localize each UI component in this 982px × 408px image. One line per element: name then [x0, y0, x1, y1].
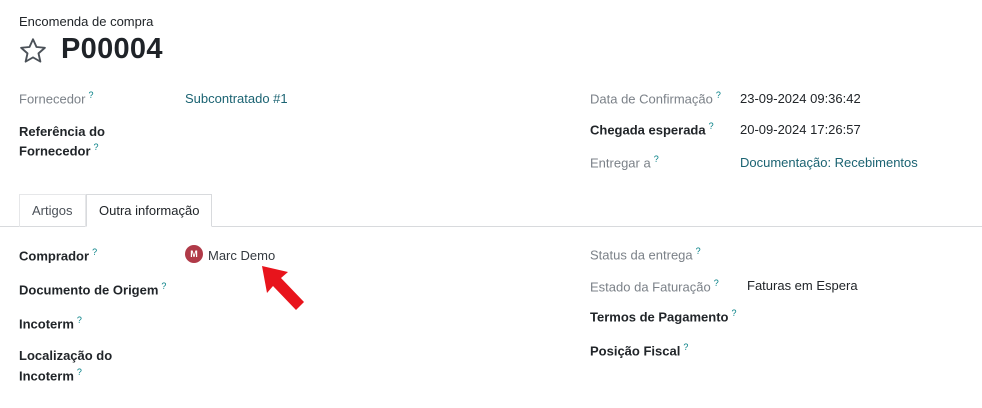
help-tooltip-icon[interactable]: ? — [94, 142, 99, 152]
data-confirmacao-value: 23-09-2024 09:36:42 — [740, 91, 861, 106]
data-confirmacao-label: Data de Confirmação? — [590, 90, 721, 107]
localizacao-label-line2: Incoterm? — [19, 367, 82, 384]
red-arrow-icon — [262, 266, 304, 310]
help-tooltip-icon[interactable]: ? — [161, 281, 166, 291]
fornecedor-value[interactable]: Subcontratado #1 — [185, 91, 288, 106]
estado-faturacao-label: Estado da Faturação? — [590, 278, 719, 295]
posicao-fiscal-label: Posição Fiscal? — [590, 342, 689, 359]
help-tooltip-icon[interactable]: ? — [77, 315, 82, 325]
localizacao-label-line1: Localização do — [19, 348, 113, 363]
help-tooltip-icon[interactable]: ? — [716, 90, 721, 100]
help-tooltip-icon[interactable]: ? — [714, 278, 719, 288]
fornecedor-label: Fornecedor? — [19, 90, 94, 107]
incoterm-label: Incoterm? — [19, 315, 82, 332]
page-title: P00004 — [61, 33, 163, 65]
chegada-value[interactable]: 20-09-2024 17:26:57 — [740, 122, 861, 137]
status-entrega-label: Status da entrega? — [590, 246, 701, 263]
comprador-value[interactable]: Marc Demo — [208, 248, 275, 263]
breadcrumb[interactable]: Encomenda de compra — [19, 14, 153, 29]
help-tooltip-icon[interactable]: ? — [654, 154, 659, 164]
help-tooltip-icon[interactable]: ? — [709, 121, 714, 131]
chegada-label: Chegada esperada? — [590, 121, 714, 138]
referencia-label-line2: Fornecedor? — [19, 142, 99, 159]
avatar: M — [185, 245, 203, 263]
help-tooltip-icon[interactable]: ? — [696, 246, 701, 256]
help-tooltip-icon[interactable]: ? — [92, 247, 97, 257]
estado-faturacao-value: Faturas em Espera — [747, 278, 858, 293]
documento-origem-label: Documento de Origem? — [19, 281, 167, 298]
entregar-label: Entregar a? — [590, 154, 659, 171]
help-tooltip-icon[interactable]: ? — [731, 308, 736, 318]
termos-pagamento-label: Termos de Pagamento? — [590, 308, 737, 325]
help-tooltip-icon[interactable]: ? — [88, 90, 93, 100]
tab-artigos[interactable]: Artigos — [19, 194, 86, 227]
help-tooltip-icon[interactable]: ? — [77, 367, 82, 377]
entregar-value[interactable]: Documentação: Recebimentos — [740, 155, 918, 170]
comprador-label: Comprador? — [19, 247, 98, 264]
help-tooltip-icon[interactable]: ? — [683, 342, 688, 352]
star-icon[interactable] — [18, 36, 48, 66]
tab-outra-informacao[interactable]: Outra informação — [86, 194, 212, 227]
referencia-label-line1: Referência do — [19, 124, 105, 139]
